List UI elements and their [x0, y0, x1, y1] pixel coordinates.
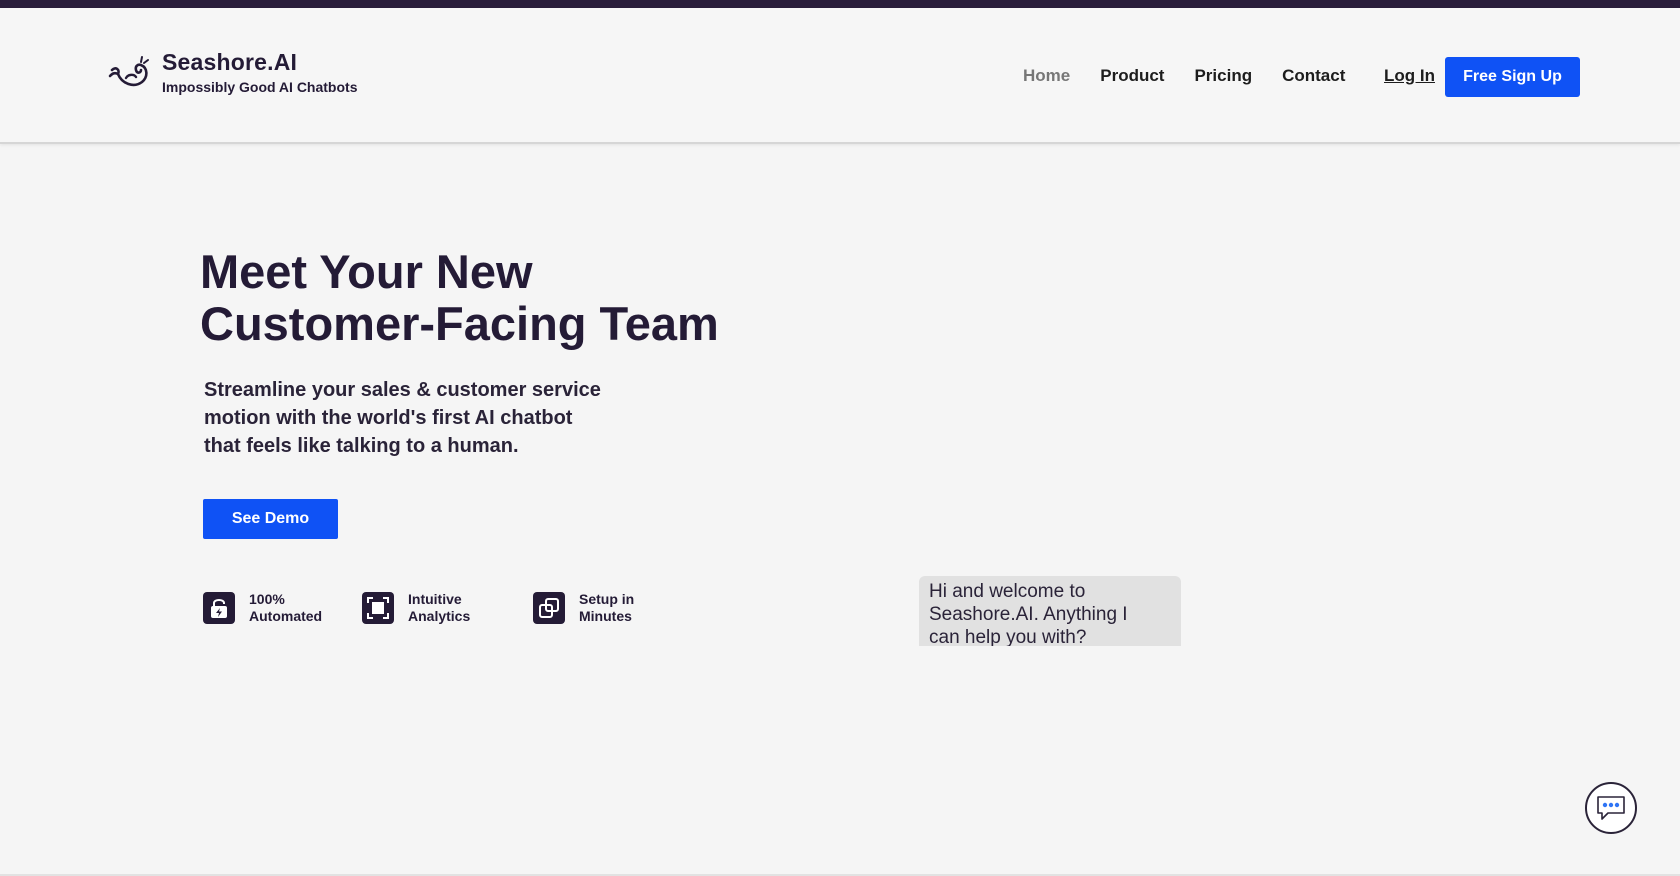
nav-home[interactable]: Home: [1023, 60, 1070, 92]
nav-product[interactable]: Product: [1100, 60, 1164, 92]
chat-message: Hi and welcome to Seashore.AI. Anything …: [919, 576, 1181, 646]
logo[interactable]: Seashore.AI Impossibly Good AI Chatbots: [108, 48, 358, 96]
brand-text: Seashore.AI Impossibly Good AI Chatbots: [162, 48, 358, 95]
login-link[interactable]: Log In: [1384, 60, 1435, 92]
site-header: Seashore.AI Impossibly Good AI Chatbots …: [0, 8, 1680, 144]
chat-line-2: Seashore.AI. Anything I: [929, 604, 1128, 625]
feature-line-2: Minutes: [579, 608, 632, 624]
brand-name: Seashore.AI: [162, 49, 298, 75]
chat-welcome-bubble: Hi and welcome to Seashore.AI. Anything …: [919, 576, 1181, 646]
subtext-line-1: Streamline your sales & customer service: [204, 379, 601, 401]
feature-label: Setup in Minutes: [579, 591, 669, 625]
feature-line-1: Setup in: [579, 591, 635, 607]
feature-automated: 100% Automated: [203, 591, 339, 625]
feature-label: Intuitive Analytics: [408, 591, 498, 625]
square-frame-icon: [362, 592, 394, 624]
main-nav: Home Product Pricing Contact: [1023, 60, 1375, 92]
chat-launcher-button[interactable]: [1585, 782, 1637, 834]
nav-pricing[interactable]: Pricing: [1194, 60, 1252, 92]
free-signup-button[interactable]: Free Sign Up: [1445, 57, 1580, 97]
feature-analytics: Intuitive Analytics: [362, 591, 498, 625]
feature-line-1: 100%: [249, 591, 285, 607]
whale-icon: [108, 56, 149, 87]
chat-line-1: Hi and welcome to: [929, 581, 1086, 602]
feature-line-1: Intuitive: [408, 591, 462, 607]
brand-tagline: Impossibly Good AI Chatbots: [162, 79, 358, 95]
nav-contact[interactable]: Contact: [1282, 60, 1345, 92]
subtext-line-3: that feels like talking to a human.: [204, 435, 519, 457]
chat-line-3: can help you with?: [929, 627, 1087, 646]
top-accent-bar: [0, 0, 1680, 8]
headline-line-2: Customer-Facing Team: [200, 297, 719, 350]
see-demo-button[interactable]: See Demo: [203, 499, 338, 539]
lock-bolt-icon: [203, 592, 235, 624]
chat-bubble-icon: [1597, 796, 1625, 820]
headline-line-1: Meet Your New: [200, 245, 533, 298]
subtext-line-2: motion with the world's first AI chatbot: [204, 407, 573, 429]
feature-line-2: Automated: [249, 608, 323, 624]
feature-setup: Setup in Minutes: [533, 591, 669, 625]
hero-headline: Meet Your New Customer-Facing Team: [200, 246, 760, 350]
overlap-squares-icon: [533, 592, 565, 624]
feature-line-2: Analytics: [408, 608, 471, 624]
feature-label: 100% Automated: [249, 591, 339, 625]
hero-subtext: Streamline your sales & customer service…: [204, 376, 604, 460]
